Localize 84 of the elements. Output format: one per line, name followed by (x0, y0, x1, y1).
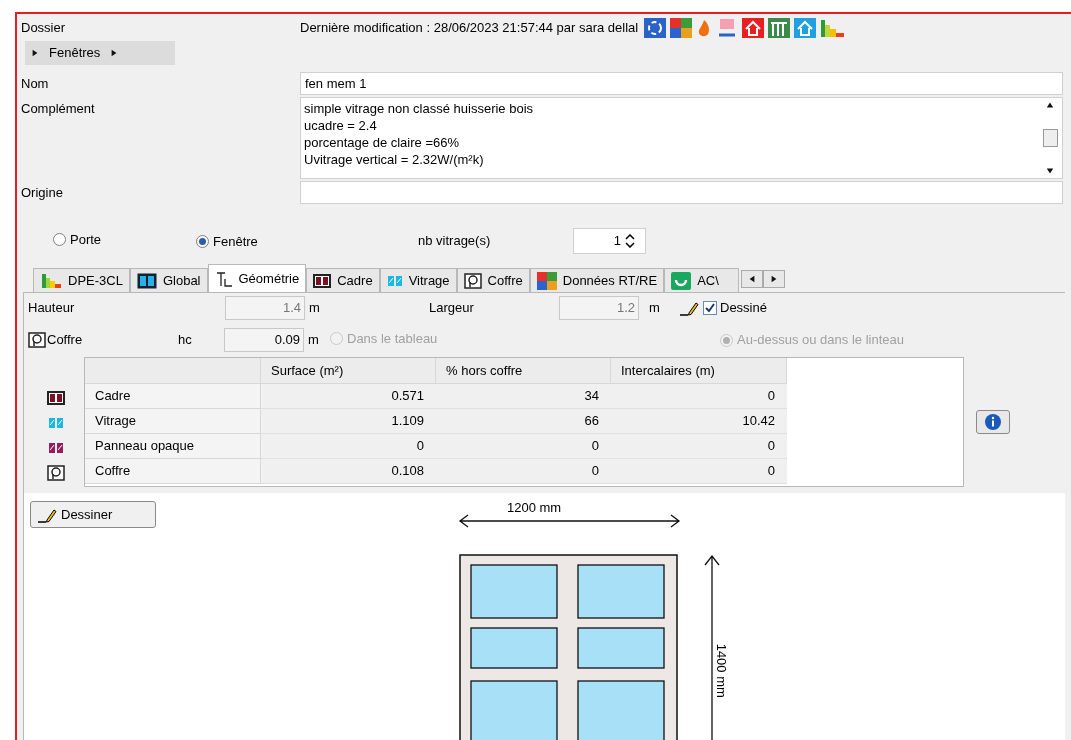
scroll-thumb[interactable] (1042, 129, 1058, 147)
mosaic-icon (536, 271, 557, 290)
table-cell: 0 (611, 434, 787, 459)
tab[interactable]: Données RT/RE (529, 268, 665, 292)
box-icon (28, 332, 46, 348)
table-cell: 10.42 (611, 409, 787, 434)
width-field-label: Largeur (429, 299, 475, 318)
glazing-count-label: nb vitrage(s) (418, 232, 492, 251)
box-icon (463, 272, 482, 289)
table-cell: 0 (436, 434, 611, 459)
table-cell: 0 (261, 434, 436, 459)
tab[interactable]: AC\ (664, 268, 740, 292)
glass-icon (48, 416, 64, 429)
glass-icon (386, 274, 403, 287)
checkbox[interactable] (703, 301, 717, 315)
draw-button[interactable]: Dessiner (30, 501, 156, 528)
field-label: Origine (21, 184, 64, 202)
width-label: 1200 mm (507, 499, 562, 517)
tab[interactable]: Global (129, 268, 208, 292)
unit-label: m (649, 299, 661, 318)
columns-icon[interactable] (768, 18, 791, 38)
play-icon (110, 49, 119, 57)
row-header: Vitrage (85, 409, 261, 434)
tab[interactable]: Coffre (456, 268, 530, 292)
column-header: Surface (m²) (261, 358, 436, 384)
hc-field[interactable]: 0.09 (224, 328, 304, 352)
scroll-left-button[interactable] (741, 270, 764, 288)
frame-icon (313, 273, 332, 288)
frame-icon (47, 390, 65, 405)
table-cell: 0 (611, 459, 787, 484)
unit-label: m (309, 299, 321, 318)
energy-rating-icon (40, 271, 62, 290)
glass-icon (48, 441, 64, 454)
tab[interactable]: Vitrage (379, 268, 457, 292)
table-cell: 66 (436, 409, 611, 434)
tab[interactable]: Cadre (306, 268, 380, 292)
table-cell: 1.109 (261, 409, 436, 434)
glass-icon (136, 272, 157, 289)
text-field[interactable] (300, 181, 1063, 204)
table-cell: 34 (436, 384, 611, 409)
column-header: % hors coffre (436, 358, 611, 384)
height-label: Hauteur (28, 299, 76, 318)
dossier-label: Dossier (21, 19, 67, 38)
table-cell: 0 (611, 384, 787, 409)
scroll-up-icon (1046, 101, 1054, 109)
text-area[interactable]: simple vitrage non classé huisserie bois ucadre = 2.4 porcentage de claire =66% Uvitrage vertical = 2.32W/(m²k) (300, 97, 1063, 179)
table-cell: 0.108 (261, 459, 436, 484)
field-label: Nom (21, 75, 50, 93)
house-icon[interactable] (742, 18, 765, 38)
box-label: Coffre (46, 331, 84, 350)
hc-label: hc (178, 331, 193, 350)
info-icon (984, 413, 1002, 431)
breadcrumb-button[interactable]: Fenêtres (25, 41, 175, 65)
house-icon[interactable] (794, 18, 817, 38)
height-label: 1400 mm (712, 643, 730, 698)
modification-info: Dernière modification : 28/06/2023 21:57:44 par sara dellal (300, 19, 639, 38)
pencil-icon (679, 300, 699, 316)
drawn-checkbox[interactable]: Dessiné (703, 298, 767, 318)
table-cell: 0.571 (261, 384, 436, 409)
scroll-right-button[interactable] (763, 270, 786, 288)
energy-rating-icon[interactable] (820, 18, 845, 38)
radio-button[interactable]: Fenêtre (196, 231, 258, 252)
box-icon (47, 464, 65, 481)
row-header: Cadre (85, 384, 261, 409)
row-header: Coffre (85, 459, 261, 484)
radio-button[interactable]: Porte (53, 230, 102, 250)
swirl-icon[interactable] (644, 18, 667, 38)
text-field[interactable]: fen mem 1 (300, 72, 1063, 95)
column-header: Intercalaires (m) (611, 358, 787, 384)
table-cell: 0 (436, 459, 611, 484)
mosaic-icon[interactable] (670, 18, 693, 38)
glazing-count-spinner[interactable]: 1 (573, 228, 646, 254)
tab[interactable]: DPE-3CL (33, 268, 130, 292)
spinner-arrows-icon (625, 234, 635, 248)
dimension-icon (214, 270, 233, 287)
unit-label: m (308, 331, 320, 350)
scroll-down-icon (1046, 167, 1054, 175)
info-button[interactable] (976, 410, 1010, 434)
arrow-icon (770, 275, 779, 283)
field-label: Complément (21, 100, 96, 118)
tab[interactable]: Géométrie (207, 264, 307, 292)
arrow-icon (748, 275, 757, 283)
row-header: Panneau opaque (85, 434, 261, 459)
play-icon (31, 49, 39, 57)
